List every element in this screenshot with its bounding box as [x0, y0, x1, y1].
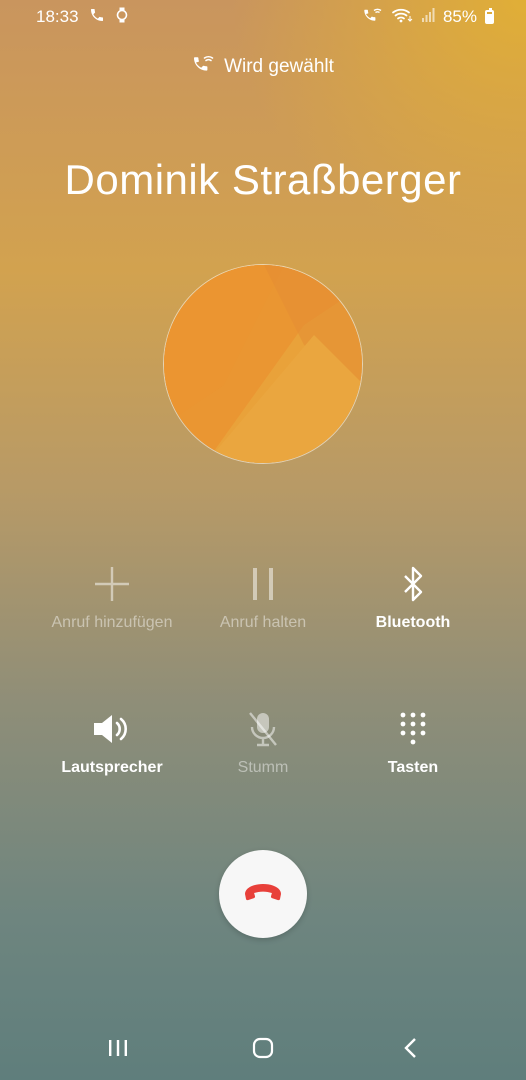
keypad-icon [328, 707, 498, 751]
speaker-icon [27, 707, 197, 751]
speaker-button[interactable]: Lautsprecher [27, 707, 197, 777]
phone-icon [89, 7, 105, 28]
signal-icon [421, 7, 435, 28]
call-status-text: Wird gewählt [224, 56, 334, 77]
back-button[interactable] [381, 1030, 441, 1070]
keypad-button[interactable]: Tasten [328, 707, 498, 777]
home-button[interactable] [233, 1030, 293, 1070]
wifi-call-icon [192, 54, 214, 80]
add-call-button[interactable]: Anruf hinzufügen [27, 562, 197, 632]
pause-icon [178, 562, 348, 606]
home-icon [251, 1036, 275, 1065]
call-status: Wird gewählt [0, 54, 526, 80]
battery-percent: 85% [442, 7, 477, 26]
mic-off-icon [178, 707, 348, 751]
end-call-icon [242, 881, 284, 908]
status-time: 18:33 [36, 7, 79, 26]
plus-icon [27, 562, 197, 606]
keypad-label: Tasten [387, 759, 439, 776]
watch-icon [115, 7, 129, 28]
add-call-label: Anruf hinzufügen [51, 614, 173, 631]
hold-call-label: Anruf halten [219, 614, 307, 631]
back-icon [402, 1037, 420, 1064]
status-bar-right: 85% [363, 6, 494, 28]
navigation-bar [0, 1030, 526, 1070]
recent-apps-button[interactable] [88, 1030, 148, 1070]
avatar [163, 264, 363, 464]
bluetooth-icon [328, 562, 498, 606]
bluetooth-button[interactable]: Bluetooth [328, 562, 498, 632]
mute-button[interactable]: Stumm [178, 707, 348, 777]
wifi-icon [391, 7, 413, 28]
end-call-button[interactable] [219, 850, 307, 938]
hold-call-button[interactable]: Anruf halten [178, 562, 348, 632]
wifi-call-icon [363, 7, 383, 28]
bluetooth-label: Bluetooth [375, 614, 451, 631]
recent-apps-icon [107, 1038, 129, 1063]
speaker-label: Lautsprecher [61, 759, 163, 776]
status-bar-left: 18:33 [36, 6, 129, 28]
battery-icon [485, 8, 494, 24]
caller-name: Dominik Straßberger [64, 156, 462, 203]
mute-label: Stumm [237, 759, 289, 776]
